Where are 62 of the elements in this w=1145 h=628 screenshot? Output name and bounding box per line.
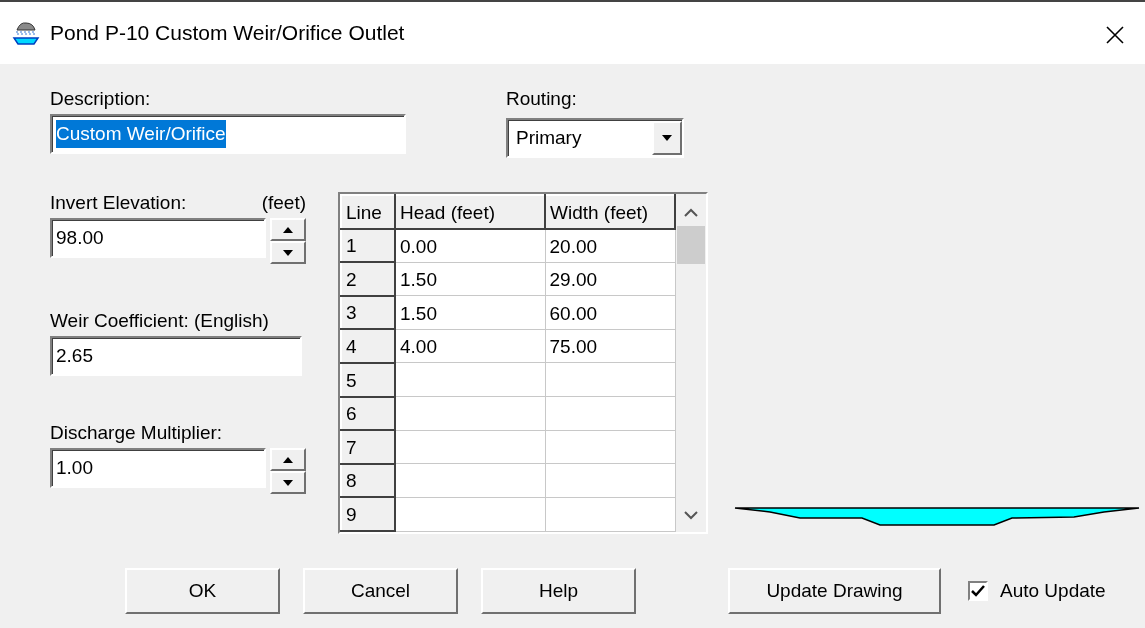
table-cell[interactable] [545,430,675,464]
spin-up-button[interactable] [270,218,306,241]
table-cell[interactable] [395,497,545,531]
row-header-cell: 9 [341,497,395,531]
row-header-cell: 2 [341,262,395,296]
table-cell[interactable]: 20.00 [545,228,675,263]
ok-button[interactable]: OK [125,568,280,614]
table-cell[interactable] [545,463,675,498]
update-drawing-button[interactable]: Update Drawing [728,568,941,614]
spin-down-button[interactable] [270,471,306,494]
table-cell[interactable] [545,497,675,531]
discharge-multiplier-field[interactable]: 1.00 [50,448,266,488]
pond-icon [12,19,40,47]
unit-label: (feet) [261,192,306,214]
weir-coefficient-label: Weir Coefficient: (English) [50,310,270,332]
up-arrow-icon [282,455,294,464]
table-cell[interactable]: 29.00 [545,262,675,296]
invert-elevation-field[interactable]: 98.00 [50,218,266,258]
scrollbar-thumb[interactable] [677,226,705,264]
close-icon [1105,24,1125,45]
spin-up-button[interactable] [270,448,306,471]
row-header-cell: 1 [341,228,395,263]
help-button[interactable]: Help [481,568,636,614]
row-header-cell: 5 [341,362,395,397]
table-cell[interactable] [395,430,545,464]
row-header-cell: 4 [341,329,395,363]
table-cell[interactable]: 1.50 [395,295,545,330]
routing-label: Routing: [506,88,578,110]
row-header-cell: 7 [341,430,395,464]
check-icon [971,585,985,597]
description-label: Description: [50,88,152,110]
row-header-cell: 8 [341,463,395,498]
window-title: Pond P-10 Custom Weir/Orifice Outlet [50,20,406,47]
row-header-cell: 6 [341,396,395,431]
table-cell[interactable] [545,362,675,397]
table-cell[interactable]: 4.00 [395,329,545,363]
dropdown-arrow-icon [661,134,673,142]
down-arrow-icon [282,478,294,487]
row-header-cell: 3 [341,295,395,330]
up-arrow-icon [282,225,294,234]
description-field[interactable]: Custom Weir/Orifice [50,114,406,154]
column-header: Width (feet) [545,195,675,229]
table-cell[interactable] [395,396,545,431]
table-cell[interactable] [395,463,545,498]
routing-dropdown[interactable]: Primary [506,118,684,158]
invert-elevation-label: Invert Elevation: [50,192,187,214]
scroll-down-icon[interactable] [683,508,699,522]
weir-coefficient-field[interactable]: 2.65 [50,336,302,376]
table-cell[interactable]: 60.00 [545,295,675,330]
table-cell[interactable] [395,362,545,397]
auto-update-checkbox[interactable] [968,581,988,601]
table-cell[interactable]: 1.50 [395,262,545,296]
cancel-button[interactable]: Cancel [303,568,458,614]
auto-update-label: Auto Update [1000,580,1106,602]
column-header: Head (feet) [395,195,545,229]
column-header: Line [341,195,395,229]
spin-down-button[interactable] [270,241,306,264]
down-arrow-icon [282,248,294,257]
table-cell[interactable]: 75.00 [545,329,675,363]
discharge-multiplier-label: Discharge Multiplier: [50,422,224,444]
table-cell[interactable] [545,396,675,431]
table-cell[interactable]: 0.00 [395,228,545,263]
